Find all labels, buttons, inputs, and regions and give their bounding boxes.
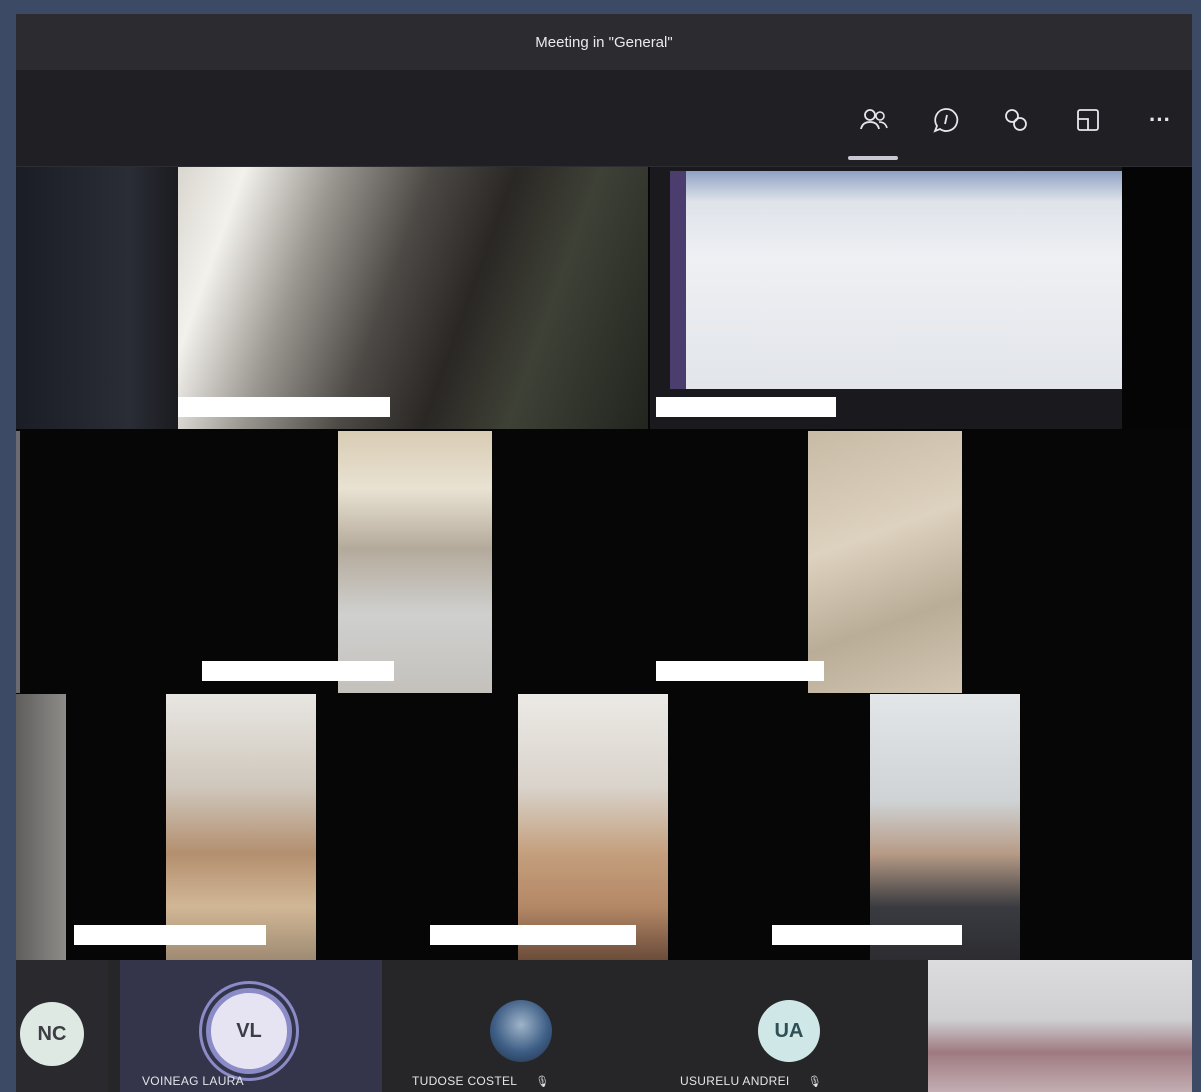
participant-card[interactable]: TUDOSE COSTEL 🎙 [386,960,658,1092]
video-tile[interactable] [178,167,648,429]
meeting-toolbar: ··· [16,70,1192,167]
video-grid [16,167,1192,960]
participant-name-label [178,397,390,417]
video-tile[interactable] [338,431,492,693]
chat-icon [933,108,959,133]
participant-card[interactable]: UA USURELU ANDREI 🎙 [662,960,914,1092]
participants-active-indicator [848,156,898,160]
participant-name-label [430,925,636,945]
participant-card[interactable]: NC [16,960,108,1092]
breakout-rooms-icon [1005,109,1027,131]
more-options-button[interactable]: ··· [1138,98,1182,142]
shared-screen-image [670,171,1122,389]
share-tray-icon [1077,109,1099,131]
video-tile[interactable] [16,167,178,429]
video-tile[interactable] [808,431,962,693]
meeting-window: Meeting in "General" ··· NC VL VOINEAG L… [16,14,1192,1092]
participant-name-label [74,925,266,945]
mic-icon: 🎙 [807,1076,822,1088]
participant-name-label [656,397,836,417]
share-tray-button[interactable] [1066,98,1110,142]
participant-name: USURELU ANDREI [680,1074,790,1088]
participant-name: TUDOSE COSTEL [412,1074,518,1088]
video-tile[interactable] [518,694,668,960]
video-tile[interactable] [166,694,316,960]
avatar-photo [490,1000,552,1062]
participant-name-label [772,925,962,945]
participants-strip: NC VL VOINEAG LAURA TUDOSE COSTEL 🎙 UA US… [16,960,1192,1092]
participant-card[interactable]: VL VOINEAG LAURA [120,960,382,1092]
avatar: NC [20,1002,84,1066]
participant-name: VOINEAG LAURA [142,1074,244,1088]
video-tile[interactable] [870,694,1020,960]
video-tile [1122,167,1192,429]
video-tile[interactable] [650,167,1122,429]
more-options-icon: ··· [1149,107,1171,132]
breakout-rooms-button[interactable] [994,98,1038,142]
self-video-tile[interactable] [928,960,1192,1092]
avatar: VL [206,988,292,1074]
title-bar: Meeting in "General" [16,14,1192,70]
avatar: UA [758,1000,820,1062]
chat-button[interactable] [924,98,968,142]
participant-name-label [202,661,394,681]
meeting-title: Meeting in "General" [535,33,673,51]
mic-icon: 🎙 [535,1076,550,1088]
video-tile-edge [16,431,20,693]
participants-icon [860,109,888,130]
participants-button[interactable] [852,98,896,142]
video-tile[interactable] [16,694,66,960]
participant-name-label [656,661,824,681]
